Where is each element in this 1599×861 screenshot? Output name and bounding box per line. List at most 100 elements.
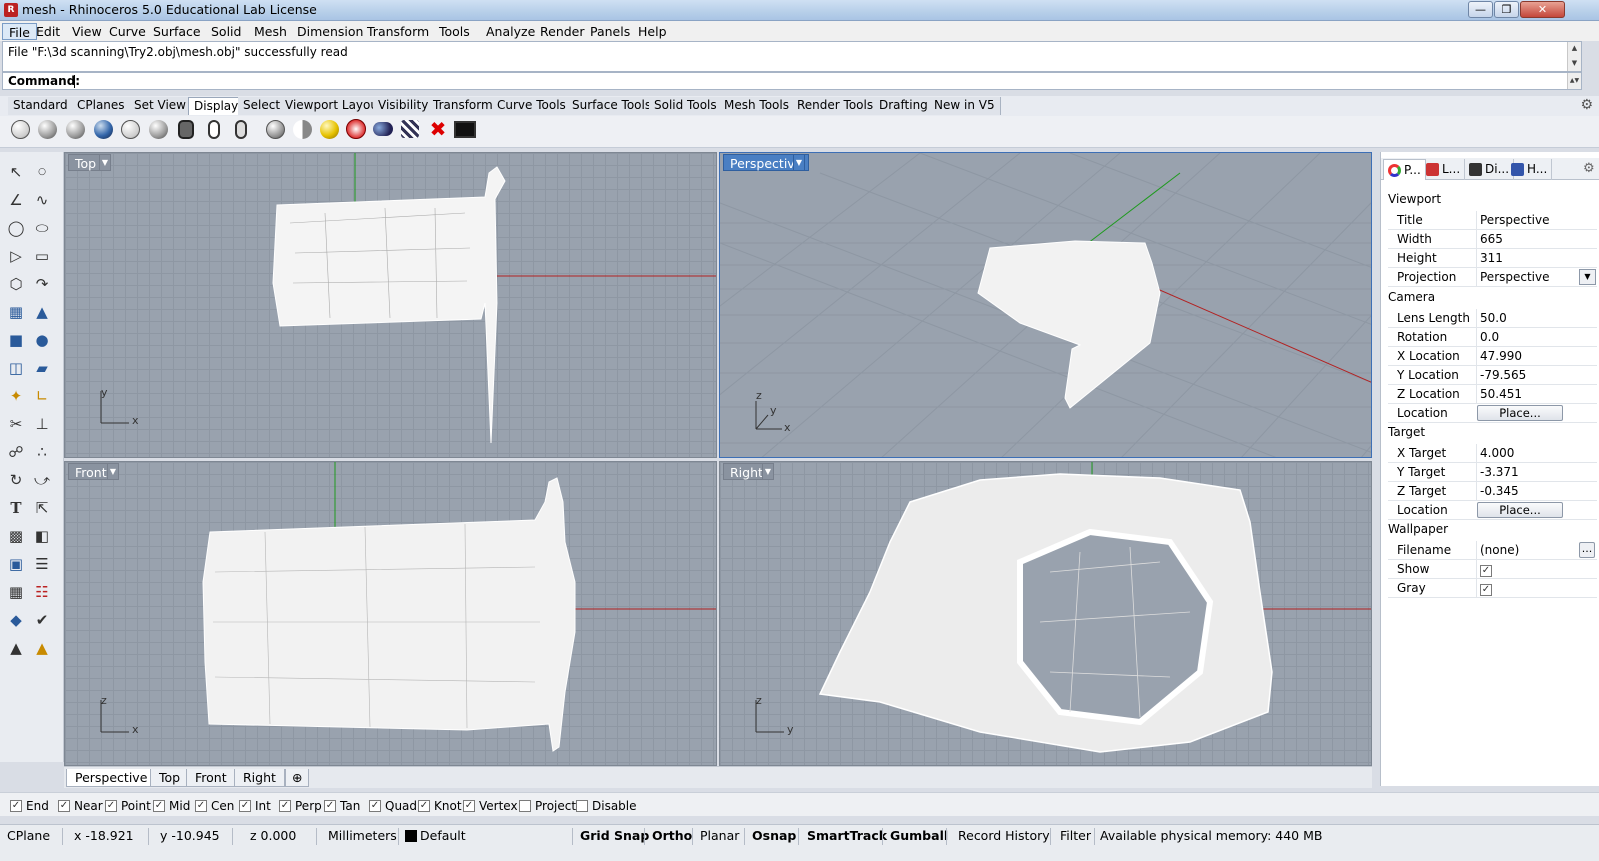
cplane-label[interactable]: CPlane [7, 828, 50, 844]
toolbar-tab-visibility[interactable]: Visibility [373, 97, 435, 115]
add-viewport-icon[interactable]: ⊕ [285, 769, 310, 787]
osnap-tan[interactable]: ✓ Tan [324, 797, 360, 814]
scale-icon[interactable]: ⇱ [30, 496, 54, 520]
render-mesh-icon[interactable] [263, 117, 287, 141]
osnap-project[interactable]: Project [519, 797, 576, 814]
shaded-viewport-icon[interactable] [35, 117, 59, 141]
menu-item-solid[interactable]: Solid [205, 23, 247, 40]
osnap-checkbox[interactable]: ✓ [10, 799, 22, 812]
render-icon[interactable]: ▲ [4, 636, 28, 660]
viewport-tab-perspective[interactable]: Perspective [66, 769, 157, 787]
osnap-checkbox[interactable]: ✓ [58, 799, 70, 812]
technical-viewport-icon[interactable] [146, 117, 170, 141]
viewport-tab-front[interactable]: Front [186, 769, 236, 787]
maximize-button[interactable]: ❐ [1494, 1, 1519, 18]
menu-item-surface[interactable]: Surface [147, 23, 207, 40]
trim-icon[interactable]: ✂ [4, 412, 28, 436]
y-location-field[interactable]: -79.565 [1476, 366, 1596, 384]
record-history-toggle[interactable]: Record History [958, 828, 1050, 844]
menu-item-dimension[interactable]: Dimension [291, 23, 369, 40]
scroll-up-icon[interactable]: ▲ [1568, 42, 1581, 55]
cylinder-icon[interactable]: ◫ [4, 356, 28, 380]
command-scrollbar[interactable]: ▲▼ [1567, 73, 1581, 89]
chevron-down-icon[interactable]: ▼ [793, 154, 805, 171]
xray-viewport-icon[interactable] [118, 117, 142, 141]
artistic-viewport-icon[interactable] [202, 117, 226, 141]
toolbar-tab-set-view[interactable]: Set View [129, 97, 192, 115]
environment-icon[interactable] [371, 117, 395, 141]
toolbar-tab-render-tools[interactable]: Render Tools [792, 97, 880, 115]
toolbar-tab-surface-tools[interactable]: Surface Tools [567, 97, 658, 115]
viewport-front[interactable]: z x Front ▼ [64, 461, 717, 766]
osnap-checkbox[interactable]: ✓ [463, 799, 475, 812]
scroll-down-icon[interactable]: ▼ [1568, 57, 1581, 70]
extrude-surface-icon[interactable]: ▲ [30, 300, 54, 324]
history-scrollbar[interactable]: ▲ ▼ [1567, 42, 1581, 71]
viewport-tab-top[interactable]: Top [150, 769, 190, 787]
arc-icon[interactable]: ▷ [4, 244, 28, 268]
y-target-field[interactable]: -3.371 [1476, 463, 1596, 481]
grid-snap-toggle[interactable]: Grid Snap [580, 828, 649, 844]
mesh-plane-icon[interactable]: ▰ [30, 356, 54, 380]
menu-item-transform[interactable]: Transform [361, 23, 435, 40]
projection-select[interactable]: Perspective [1476, 268, 1596, 286]
menu-item-render[interactable]: Render [534, 23, 591, 40]
title-field[interactable]: Perspective [1476, 211, 1596, 229]
osnap-checkbox[interactable]: ✓ [153, 799, 165, 812]
ortho-toggle[interactable]: Ortho [652, 828, 692, 844]
viewport-label-top[interactable]: Top [68, 154, 104, 171]
box-icon[interactable]: ■ [4, 328, 28, 352]
osnap-checkbox[interactable]: ✓ [324, 799, 336, 812]
material-icon[interactable]: ▲ [30, 636, 54, 660]
grid-array-icon[interactable]: ▦ [4, 580, 28, 604]
browse-button[interactable]: ... [1579, 542, 1595, 558]
move-icon[interactable]: ⤻ [30, 468, 54, 492]
panel-tab-properties[interactable]: P... [1383, 159, 1426, 180]
chevron-down-icon[interactable]: ▼ [762, 463, 774, 480]
camera-place-button[interactable]: Place... [1477, 405, 1563, 421]
layer-label[interactable]: Default [420, 828, 466, 844]
menu-item-mesh[interactable]: Mesh [248, 23, 293, 40]
monitor-icon[interactable] [453, 117, 477, 141]
osnap-point[interactable]: ✓ Point [105, 797, 151, 814]
ghosted-viewport-icon[interactable] [91, 117, 115, 141]
rendered-viewport-icon[interactable] [63, 117, 87, 141]
smarttrack-toggle[interactable]: SmartTrack [807, 828, 887, 844]
command-scroll-icon[interactable]: ▲▼ [1568, 74, 1581, 87]
toolbar-tab-curve-tools[interactable]: Curve Tools [492, 97, 572, 115]
filename-field[interactable]: (none) [1476, 541, 1596, 559]
polygon-icon[interactable]: ⬡ [4, 272, 28, 296]
disable-rendering-icon[interactable]: ✖ [426, 117, 450, 141]
surface-icon[interactable]: ▦ [4, 300, 28, 324]
freeform-icon[interactable]: ↷ [30, 272, 54, 296]
menu-item-view[interactable]: View [66, 23, 108, 40]
osnap-knot[interactable]: ✓ Knot [418, 797, 462, 814]
toolbar-tab-solid-tools[interactable]: Solid Tools [649, 97, 723, 115]
osnap-perp[interactable]: ✓ Perp [279, 797, 322, 814]
text-icon[interactable]: T [4, 496, 28, 520]
viewport-right[interactable]: z y Right ▼ [719, 461, 1372, 766]
toolbar-tab-display[interactable]: Display [188, 97, 245, 115]
target-place-button[interactable]: Place... [1477, 502, 1563, 518]
z-target-field[interactable]: -0.345 [1476, 482, 1596, 500]
check-icon[interactable]: ✔ [30, 608, 54, 632]
viewport-top[interactable]: y x Top ▼ [64, 152, 717, 458]
rotate-icon[interactable]: ↻ [4, 468, 28, 492]
osnap-cen[interactable]: ✓ Cen [195, 797, 234, 814]
menu-item-analyze[interactable]: Analyze [480, 23, 541, 40]
clipping-plane-icon[interactable] [344, 117, 368, 141]
lights-icon[interactable] [317, 117, 341, 141]
osnap-checkbox[interactable]: ✓ [195, 799, 207, 812]
menu-item-panels[interactable]: Panels [584, 23, 636, 40]
ellipse-icon[interactable]: ⬭ [30, 216, 54, 240]
panel-tab-layers[interactable]: L... [1422, 159, 1466, 180]
dimension-icon[interactable]: ∟ [30, 384, 54, 408]
osnap-checkbox[interactable]: ✓ [105, 799, 117, 812]
gray-checkbox[interactable]: ✓ [1480, 584, 1492, 596]
osnap-near[interactable]: ✓ Near [58, 797, 103, 814]
gear-icon[interactable]: ⚙ [1580, 97, 1593, 113]
solid-box-icon[interactable]: ▣ [4, 552, 28, 576]
select-arrow-icon[interactable]: ↖ [4, 160, 28, 184]
osnap-checkbox[interactable] [519, 799, 531, 812]
group-icon[interactable]: ∴ [30, 440, 54, 464]
